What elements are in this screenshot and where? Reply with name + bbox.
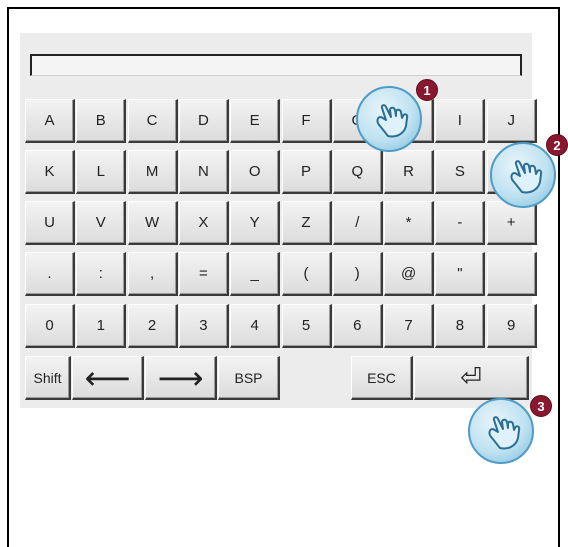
key-r1c0[interactable]: K [25,150,75,194]
key-r3c4[interactable]: _ [230,252,281,296]
key-r2c9[interactable]: + [486,201,537,245]
cursor-left-key[interactable]: ⟵ [72,356,144,400]
key-r2c0[interactable]: U [25,201,75,245]
key-r3c2[interactable]: , [127,252,178,296]
key-r2c2[interactable]: W [127,201,178,245]
escape-key[interactable]: ESC [351,356,413,400]
touch-hand-icon [510,160,543,194]
key-r4c0[interactable]: 0 [25,304,75,348]
key-r4c6[interactable]: 6 [332,304,383,348]
touch-gesture-3 [468,398,534,464]
key-r4c3[interactable]: 3 [178,304,229,348]
key-r4c8[interactable]: 8 [435,304,486,348]
shift-key[interactable]: Shift [25,356,71,400]
key-r1c1[interactable]: L [76,150,127,194]
key-r0c0[interactable]: A [25,99,75,143]
key-r1c4[interactable]: O [230,150,281,194]
key-r2c3[interactable]: X [178,201,229,245]
key-r4c1[interactable]: 1 [76,304,127,348]
key-r1c2[interactable]: M [127,150,178,194]
key-r0c9[interactable]: J [486,99,537,143]
key-r3c5[interactable]: ( [281,252,332,296]
key-r0c8[interactable]: I [435,99,486,143]
touch-hand-icon [488,416,521,450]
key-r4c4[interactable]: 4 [230,304,281,348]
key-r4c9[interactable]: 9 [486,304,537,348]
key-r1c8[interactable]: S [435,150,486,194]
key-r4c5[interactable]: 5 [281,304,332,348]
key-r0c3[interactable]: D [178,99,229,143]
keyboard-input-display[interactable] [30,54,522,76]
key-blank[interactable] [486,252,537,296]
key-r1c3[interactable]: N [178,150,229,194]
backspace-key[interactable]: BSP [218,356,280,400]
key-r2c4[interactable]: Y [230,201,281,245]
enter-key[interactable]: ⏎ [414,356,529,400]
touch-gesture-2 [490,142,556,208]
key-r0c4[interactable]: E [230,99,281,143]
key-r3c7[interactable]: @ [384,252,435,296]
touch-gesture-1 [356,86,422,152]
key-r1c6[interactable]: Q [332,150,383,194]
key-r0c5[interactable]: F [281,99,332,143]
key-r4c2[interactable]: 2 [127,304,178,348]
key-r1c5[interactable]: P [281,150,332,194]
touch-hand-icon [376,104,409,138]
key-r2c5[interactable]: Z [281,201,332,245]
key-r3c8[interactable]: " [435,252,486,296]
callout-badge-3: 3 [530,395,552,417]
key-r2c8[interactable]: - [435,201,486,245]
key-r3c6[interactable]: ) [332,252,383,296]
key-r0c1[interactable]: B [76,99,127,143]
key-r4c7[interactable]: 7 [384,304,435,348]
key-r3c1[interactable]: : [76,252,127,296]
key-r2c6[interactable]: / [332,201,383,245]
key-r1c7[interactable]: R [384,150,435,194]
callout-badge-1: 1 [416,79,438,101]
cursor-right-key[interactable]: ⟶ [145,356,217,400]
key-r2c7[interactable]: * [384,201,435,245]
key-r3c3[interactable]: = [178,252,229,296]
key-r2c1[interactable]: V [76,201,127,245]
key-r3c0[interactable]: . [25,252,75,296]
callout-badge-2: 2 [546,134,568,156]
key-r0c2[interactable]: C [127,99,178,143]
